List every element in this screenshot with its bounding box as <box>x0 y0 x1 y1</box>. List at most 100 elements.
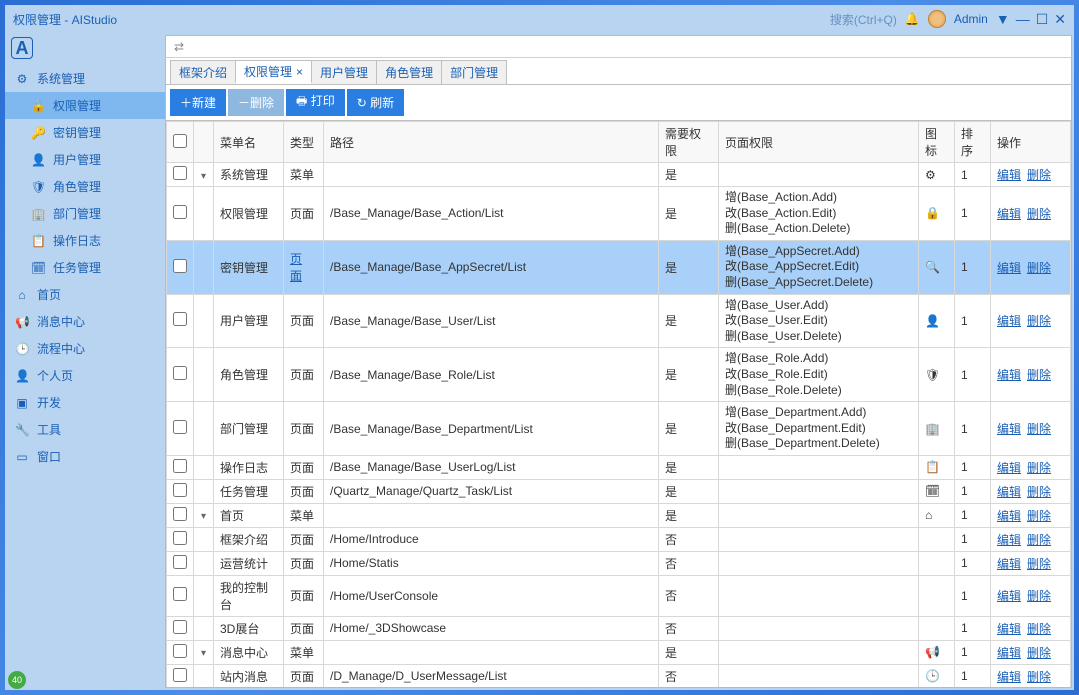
row-checkbox[interactable] <box>173 366 187 380</box>
table-row[interactable]: 密钥管理页面/Base_Manage/Base_AppSecret/List是增… <box>167 240 1071 294</box>
delete-link[interactable]: 删除 <box>1027 589 1051 603</box>
sidebar-item-流程中心[interactable]: 🕒流程中心 <box>5 335 165 362</box>
print-button[interactable]: 🖶 打印 <box>286 89 345 116</box>
edit-link[interactable]: 编辑 <box>997 485 1021 499</box>
col-need[interactable]: 需要权限 <box>659 122 719 163</box>
table-row[interactable]: 权限管理页面/Base_Manage/Base_Action/List是增(Ba… <box>167 187 1071 241</box>
col-path[interactable]: 路径 <box>324 122 659 163</box>
avatar[interactable] <box>928 10 946 28</box>
table-row[interactable]: ▾消息中心菜单是📢1编辑删除 <box>167 640 1071 664</box>
sidebar-item-系统管理[interactable]: ⚙系统管理 <box>5 65 165 92</box>
expand-icon[interactable]: ▾ <box>201 511 206 522</box>
row-checkbox[interactable] <box>173 483 187 497</box>
sidebar-item-密钥管理[interactable]: 🔑密钥管理 <box>5 119 165 146</box>
edit-link[interactable]: 编辑 <box>997 589 1021 603</box>
edit-link[interactable]: 编辑 <box>997 422 1021 436</box>
refresh-button[interactable]: ↻ 刷新 <box>347 89 404 116</box>
table-row[interactable]: 运营统计页面/Home/Statis否1编辑删除 <box>167 551 1071 575</box>
delete-button[interactable]: －删除 <box>228 89 284 116</box>
delete-link[interactable]: 删除 <box>1027 422 1051 436</box>
row-checkbox[interactable] <box>173 620 187 634</box>
maximize-icon[interactable]: ☐ <box>1036 11 1049 28</box>
col-action[interactable]: 操作 <box>991 122 1071 163</box>
sidebar-item-操作日志[interactable]: 📋操作日志 <box>5 227 165 254</box>
tab-用户管理[interactable]: 用户管理 <box>311 60 377 84</box>
tab-权限管理[interactable]: 权限管理 × <box>235 60 312 84</box>
table-row[interactable]: 站内消息页面/D_Manage/D_UserMessage/List否🕒1编辑删… <box>167 664 1071 687</box>
row-checkbox[interactable] <box>173 555 187 569</box>
col-icon[interactable]: 图标 <box>919 122 955 163</box>
row-checkbox[interactable] <box>173 531 187 545</box>
edit-link[interactable]: 编辑 <box>997 368 1021 382</box>
row-checkbox[interactable] <box>173 420 187 434</box>
quick-access[interactable]: ⇄ <box>166 36 1071 58</box>
tab-部门管理[interactable]: 部门管理 <box>441 60 507 84</box>
row-checkbox[interactable] <box>173 259 187 273</box>
edit-link[interactable]: 编辑 <box>997 461 1021 475</box>
table-row[interactable]: 用户管理页面/Base_Manage/Base_User/List是增(Base… <box>167 294 1071 348</box>
edit-link[interactable]: 编辑 <box>997 261 1021 275</box>
tab-角色管理[interactable]: 角色管理 <box>376 60 442 84</box>
edit-link[interactable]: 编辑 <box>997 646 1021 660</box>
edit-link[interactable]: 编辑 <box>997 509 1021 523</box>
table-row[interactable]: ▾首页菜单是⌂1编辑删除 <box>167 503 1071 527</box>
sidebar-item-部门管理[interactable]: 🏢部门管理 <box>5 200 165 227</box>
row-checkbox[interactable] <box>173 668 187 682</box>
bell-icon[interactable]: 🔔 <box>905 12 920 26</box>
app-logo[interactable]: A <box>11 37 33 59</box>
delete-link[interactable]: 删除 <box>1027 485 1051 499</box>
close-icon[interactable]: ✕ <box>1054 11 1066 28</box>
delete-link[interactable]: 删除 <box>1027 461 1051 475</box>
edit-link[interactable]: 编辑 <box>997 314 1021 328</box>
sidebar-item-个人页[interactable]: 👤个人页 <box>5 362 165 389</box>
delete-link[interactable]: 删除 <box>1027 207 1051 221</box>
taskbar-badge[interactable]: 40 <box>8 671 26 689</box>
header-checkbox[interactable] <box>173 134 187 148</box>
col-permissions[interactable]: 页面权限 <box>719 122 919 163</box>
table-row[interactable]: 部门管理页面/Base_Manage/Base_Department/List是… <box>167 402 1071 456</box>
table-row[interactable]: 我的控制台页面/Home/UserConsole否1编辑删除 <box>167 575 1071 616</box>
col-menu[interactable]: 菜单名 <box>214 122 284 163</box>
edit-link[interactable]: 编辑 <box>997 557 1021 571</box>
sidebar-item-开发[interactable]: ▣开发 <box>5 389 165 416</box>
col-sort[interactable]: 排序 <box>955 122 991 163</box>
sidebar-item-角色管理[interactable]: 🛡角色管理 <box>5 173 165 200</box>
tab-框架介绍[interactable]: 框架介绍 <box>170 60 236 84</box>
sidebar-item-用户管理[interactable]: 👤用户管理 <box>5 146 165 173</box>
delete-link[interactable]: 删除 <box>1027 670 1051 684</box>
edit-link[interactable]: 编辑 <box>997 622 1021 636</box>
delete-link[interactable]: 删除 <box>1027 557 1051 571</box>
row-checkbox[interactable] <box>173 166 187 180</box>
delete-link[interactable]: 删除 <box>1027 261 1051 275</box>
minimize-icon[interactable]: — <box>1016 11 1030 28</box>
sidebar-item-工具[interactable]: 🔧工具 <box>5 416 165 443</box>
row-checkbox[interactable] <box>173 587 187 601</box>
table-row[interactable]: 角色管理页面/Base_Manage/Base_Role/List是增(Base… <box>167 348 1071 402</box>
sidebar-item-任务管理[interactable]: 🗓任务管理 <box>5 254 165 281</box>
user-name[interactable]: Admin <box>954 12 988 26</box>
expand-icon[interactable]: ▾ <box>201 648 206 659</box>
delete-link[interactable]: 删除 <box>1027 622 1051 636</box>
table-row[interactable]: 框架介绍页面/Home/Introduce否1编辑删除 <box>167 527 1071 551</box>
row-checkbox[interactable] <box>173 312 187 326</box>
table-row[interactable]: 操作日志页面/Base_Manage/Base_UserLog/List是📋1编… <box>167 455 1071 479</box>
search-hint[interactable]: 搜索(Ctrl+Q) <box>830 11 897 28</box>
edit-link[interactable]: 编辑 <box>997 670 1021 684</box>
edit-link[interactable]: 编辑 <box>997 207 1021 221</box>
table-row[interactable]: 任务管理页面/Quartz_Manage/Quartz_Task/List是🗓1… <box>167 479 1071 503</box>
delete-link[interactable]: 删除 <box>1027 509 1051 523</box>
tab-close-icon[interactable]: × <box>296 65 303 79</box>
row-checkbox[interactable] <box>173 205 187 219</box>
edit-link[interactable]: 编辑 <box>997 168 1021 182</box>
delete-link[interactable]: 删除 <box>1027 368 1051 382</box>
col-type[interactable]: 类型 <box>284 122 324 163</box>
sidebar-item-消息中心[interactable]: 📢消息中心 <box>5 308 165 335</box>
edit-link[interactable]: 编辑 <box>997 533 1021 547</box>
new-button[interactable]: ＋新建 <box>170 89 226 116</box>
delete-link[interactable]: 删除 <box>1027 533 1051 547</box>
delete-link[interactable]: 删除 <box>1027 314 1051 328</box>
expand-icon[interactable]: ▾ <box>201 171 206 182</box>
sidebar-item-权限管理[interactable]: 🔒权限管理 <box>5 92 165 119</box>
delete-link[interactable]: 删除 <box>1027 168 1051 182</box>
table-row[interactable]: 3D展台页面/Home/_3DShowcase否1编辑删除 <box>167 616 1071 640</box>
